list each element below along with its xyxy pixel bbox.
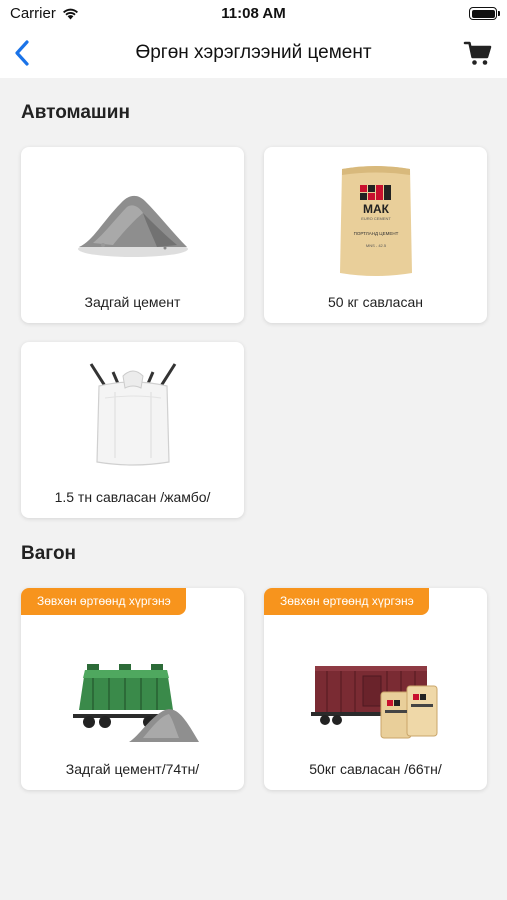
loose-cement-image <box>21 161 244 281</box>
product-card-50kg-bag[interactable]: МАК EURO CEMENT ПОРТЛАНД ЦЕМЕНТ MNS - 42… <box>264 147 487 323</box>
bag-sub-text: EURO CEMENT <box>361 216 391 221</box>
product-label: Задгай цемент/74тн/ <box>65 761 200 777</box>
product-label: 1.5 тн савласан /жамбо/ <box>54 489 211 505</box>
product-label: 50 кг савласан <box>328 294 423 310</box>
status-bar: Carrier 11:08 AM <box>0 0 507 28</box>
cement-bag-image: МАК EURO CEMENT ПОРТЛАНД ЦЕМЕНТ MNS - 42… <box>264 161 487 281</box>
bag-grade-text: MNS - 42.5 <box>365 243 386 248</box>
product-card-wagon-loose-cement[interactable]: Зөвхөн өртөөнд хүргэнэ Задгай цемент/74т… <box>21 588 244 790</box>
hopper-wagon-image <box>21 640 244 752</box>
cart-icon <box>463 41 492 65</box>
product-label: Задгай цемент <box>84 294 181 310</box>
section-title-wagon: Вагон <box>21 543 77 564</box>
bag-product-text: ПОРТЛАНД ЦЕМЕНТ <box>353 231 398 236</box>
battery-icon <box>469 7 500 20</box>
product-label: 50кг савласан /66тн/ <box>309 761 442 777</box>
page-title: Өргөн хэрэглээний цемент <box>135 42 372 63</box>
bag-brand-text: МАК <box>363 202 390 216</box>
jumbo-bag-image <box>21 356 244 476</box>
boxcar-with-bags-image <box>264 640 487 752</box>
back-button[interactable] <box>8 36 36 70</box>
product-card-wagon-50kg-bag[interactable]: Зөвхөн өртөөнд хүргэнэ 50кг савласан /66… <box>264 588 487 790</box>
cart-button[interactable] <box>463 38 493 68</box>
station-only-badge: Зөвхөн өртөөнд хүргэнэ <box>21 588 186 615</box>
product-card-jumbo-bag[interactable]: 1.5 тн савласан /жамбо/ <box>21 342 244 518</box>
product-card-loose-cement[interactable]: Задгай цемент <box>21 147 244 323</box>
section-title-automobile: Автомашин <box>21 102 130 123</box>
navigation-bar: Өргөн хэрэглээний цемент <box>0 28 507 78</box>
back-chevron-icon <box>15 40 29 66</box>
status-time: 11:08 AM <box>221 5 286 22</box>
station-only-badge: Зөвхөн өртөөнд хүргэнэ <box>264 588 429 615</box>
